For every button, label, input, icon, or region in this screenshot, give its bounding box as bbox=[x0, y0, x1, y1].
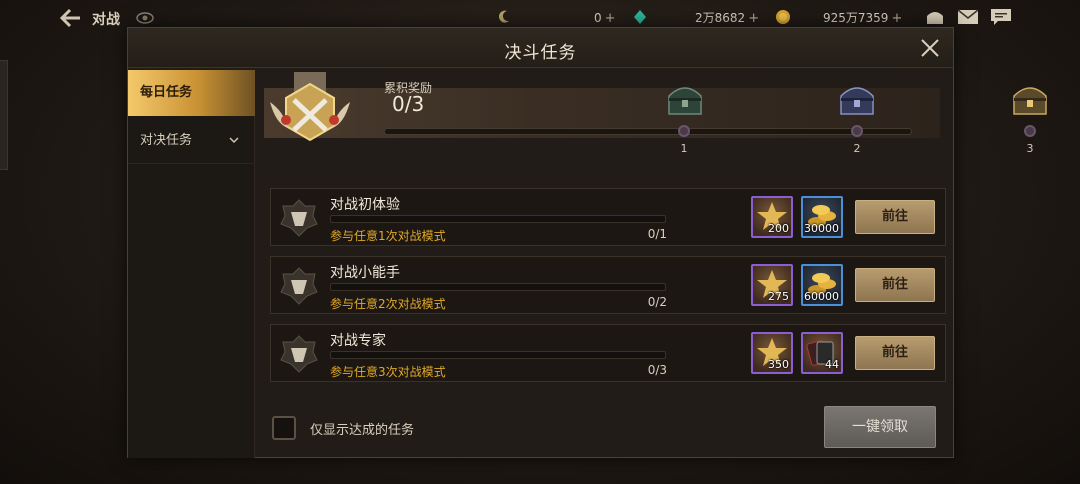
chevron-down-icon bbox=[229, 118, 239, 184]
back-arrow-icon[interactable] bbox=[59, 8, 82, 28]
task-progress-bar bbox=[330, 283, 666, 291]
dialog-header: 决斗任务 bbox=[128, 28, 953, 68]
task-row: 对战专家 参与任意3次对战模式 0/3 350 44 前往 bbox=[270, 324, 946, 382]
reward-item[interactable]: 200 bbox=[751, 196, 793, 238]
side-drawer-handle[interactable] bbox=[0, 60, 8, 170]
task-description: 参与任意1次对战模式 bbox=[330, 229, 446, 243]
tab-daily-tasks[interactable]: 每日任务 bbox=[128, 70, 255, 116]
reward-item[interactable]: 30000 bbox=[801, 196, 843, 238]
currency-b-value[interactable]: 2万8682 + bbox=[695, 9, 759, 27]
reward-chest-2-icon[interactable] bbox=[837, 80, 877, 118]
tab-daily-tasks-label: 每日任务 bbox=[140, 85, 193, 100]
go-button[interactable]: 前往 bbox=[855, 200, 935, 234]
gem-currency-icon bbox=[632, 9, 648, 25]
gold-coin-icon bbox=[775, 9, 791, 25]
bag-icon[interactable] bbox=[924, 8, 946, 26]
task-progress-bar bbox=[330, 351, 666, 359]
duel-medal-icon bbox=[264, 72, 356, 160]
go-button[interactable]: 前往 bbox=[855, 336, 935, 370]
duel-tasks-dialog: 决斗任务 每日任务 对决任务 累积奖励 0/3 1 2 3 对战初体验 参与任意… bbox=[127, 27, 1047, 458]
show-completed-label[interactable]: 仅显示达成的任务 bbox=[310, 419, 414, 438]
reward-quantity: 44 bbox=[825, 358, 839, 371]
currency-c-value[interactable]: 925万7359 + bbox=[823, 9, 902, 27]
dialog-title: 决斗任务 bbox=[504, 43, 577, 63]
reward-item[interactable]: 350 bbox=[751, 332, 793, 374]
task-row: 对战小能手 参与任意2次对战模式 0/2 275 60000 前往 bbox=[270, 256, 946, 314]
chat-icon[interactable] bbox=[990, 8, 1012, 26]
reward-progress-track bbox=[384, 128, 912, 135]
task-row: 对战初体验 参与任意1次对战模式 0/1 200 30000 前往 bbox=[270, 188, 946, 246]
milestone-node-1 bbox=[678, 125, 690, 137]
reward-quantity: 30000 bbox=[804, 222, 839, 235]
tab-duel-tasks-label: 对决任务 bbox=[140, 133, 193, 148]
task-progress-text: 0/3 bbox=[647, 363, 667, 377]
task-progress-text: 0/1 bbox=[647, 227, 667, 241]
reward-chest-3-icon[interactable] bbox=[1010, 80, 1050, 118]
reward-item[interactable]: 44 bbox=[801, 332, 843, 374]
reward-quantity: 200 bbox=[768, 222, 789, 235]
task-progress-text: 0/2 bbox=[647, 295, 667, 309]
currency-a-value[interactable]: 0 + bbox=[594, 9, 616, 27]
reward-item[interactable]: 275 bbox=[751, 264, 793, 306]
milestone-label-1: 1 bbox=[680, 142, 688, 155]
reward-chest-1-icon[interactable] bbox=[665, 80, 705, 118]
reward-item[interactable]: 60000 bbox=[801, 264, 843, 306]
duel-task-icon bbox=[279, 266, 319, 306]
task-category-sidebar: 每日任务 对决任务 bbox=[128, 70, 255, 458]
accumulated-progress: 0/3 bbox=[392, 92, 425, 116]
milestone-node-2 bbox=[851, 125, 863, 137]
task-name: 对战初体验 bbox=[330, 197, 400, 213]
reward-quantity: 350 bbox=[768, 358, 789, 371]
task-description: 参与任意3次对战模式 bbox=[330, 365, 446, 379]
page-title: 对战 bbox=[92, 12, 120, 28]
milestone-label-2: 2 bbox=[853, 142, 861, 155]
duel-task-icon bbox=[279, 334, 319, 374]
milestone-node-3 bbox=[1024, 125, 1036, 137]
task-description: 参与任意2次对战模式 bbox=[330, 297, 446, 311]
task-name: 对战小能手 bbox=[330, 265, 400, 281]
moon-currency-icon bbox=[496, 9, 512, 25]
eye-icon[interactable] bbox=[136, 10, 154, 24]
task-content: 累积奖励 0/3 1 2 3 对战初体验 参与任意1次对战模式 0/1 200 … bbox=[256, 70, 1047, 458]
claim-all-button[interactable]: 一键领取 bbox=[824, 406, 936, 448]
mail-icon[interactable] bbox=[957, 8, 979, 26]
tab-duel-tasks[interactable]: 对决任务 bbox=[128, 118, 255, 164]
close-icon[interactable] bbox=[919, 37, 941, 59]
go-button[interactable]: 前往 bbox=[855, 268, 935, 302]
task-name: 对战专家 bbox=[330, 333, 386, 349]
milestone-label-3: 3 bbox=[1026, 142, 1034, 155]
show-completed-checkbox[interactable] bbox=[272, 416, 296, 440]
duel-task-icon bbox=[279, 198, 319, 238]
reward-quantity: 275 bbox=[768, 290, 789, 303]
task-progress-bar bbox=[330, 215, 666, 223]
reward-quantity: 60000 bbox=[804, 290, 839, 303]
